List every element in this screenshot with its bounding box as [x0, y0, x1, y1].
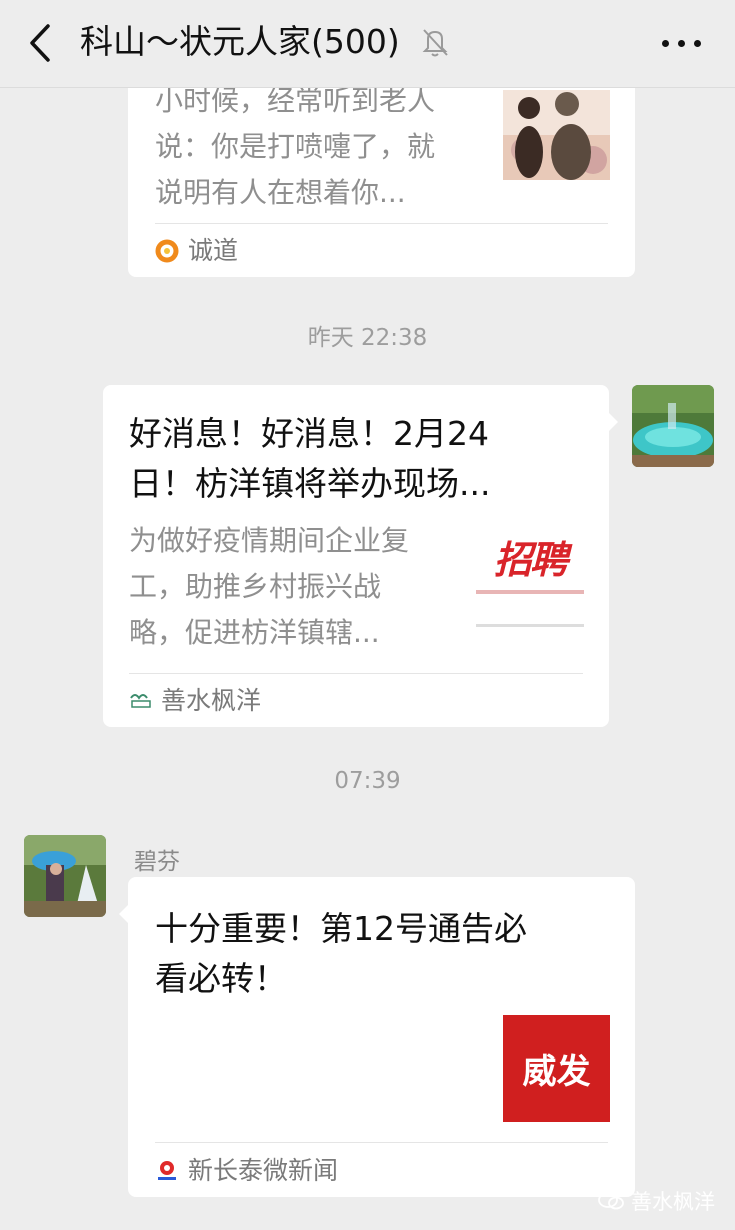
card-divider — [129, 673, 583, 674]
sender-name: 碧芬 — [134, 849, 180, 875]
card-desc-line: 说：你是打喷嚏了，就 — [155, 130, 436, 163]
timestamp: 昨天 22:38 — [307, 325, 428, 351]
source-logo-icon — [130, 694, 151, 708]
card-desc-line: 略，促进枋洋镇辖... — [129, 616, 380, 649]
more-dot — [678, 40, 685, 47]
card-title-line: 好消息！好消息！2月24 — [129, 414, 489, 453]
chat-header: 科山～状元人家(500) — [0, 0, 735, 88]
more-options-button[interactable] — [652, 24, 712, 64]
link-card-job-fair[interactable]: 好消息！好消息！2月24 日！枋洋镇将举办现场... 为做好疫情期间企业复 工，… — [103, 385, 609, 727]
thumbnail-text: 招聘 — [493, 537, 568, 582]
article-thumbnail — [503, 90, 610, 180]
card-source-name: 诚道 — [188, 236, 239, 265]
source-logo-icon — [155, 239, 179, 263]
chevron-left-icon — [30, 24, 50, 62]
wechat-logo-icon — [598, 1192, 624, 1210]
card-source-name: 善水枫洋 — [161, 686, 262, 715]
card-source-name: 新长泰微新闻 — [188, 1156, 339, 1185]
timestamp: 07:39 — [334, 768, 401, 794]
watermark-text: 善水枫洋 — [631, 1190, 715, 1214]
my-avatar[interactable] — [632, 385, 714, 467]
mute-bell-icon — [420, 26, 450, 58]
card-divider — [155, 223, 608, 224]
card-title-line: 十分重要！第12号通告必 — [155, 909, 527, 948]
back-button[interactable] — [20, 18, 60, 68]
card-divider — [155, 1142, 608, 1143]
chat-title: 科山～状元人家(500) — [80, 22, 400, 61]
article-thumbnail: 招聘 — [476, 518, 584, 628]
wechat-watermark: 善水枫洋 — [597, 1186, 715, 1216]
bubble-tail — [608, 412, 618, 432]
card-title-line: 看必转！ — [155, 959, 287, 998]
card-title-line: 日！枋洋镇将举办现场... — [129, 464, 491, 503]
more-dot — [694, 40, 701, 47]
card-desc-line: 说明有人在想着你... — [155, 176, 406, 209]
card-desc-line: 为做好疫情期间企业复 — [129, 524, 410, 557]
article-thumbnail: 威发 — [503, 1015, 610, 1122]
more-dot — [662, 40, 669, 47]
link-card-notice-12[interactable]: 十分重要！第12号通告必 看必转！ 威发 新长泰微新闻 — [128, 877, 635, 1197]
thumbnail-text: 威发 — [522, 1052, 591, 1092]
sender-avatar[interactable] — [24, 835, 106, 917]
card-desc-line: 工，助推乡村振兴战 — [129, 570, 382, 603]
source-logo-icon — [158, 1161, 176, 1180]
